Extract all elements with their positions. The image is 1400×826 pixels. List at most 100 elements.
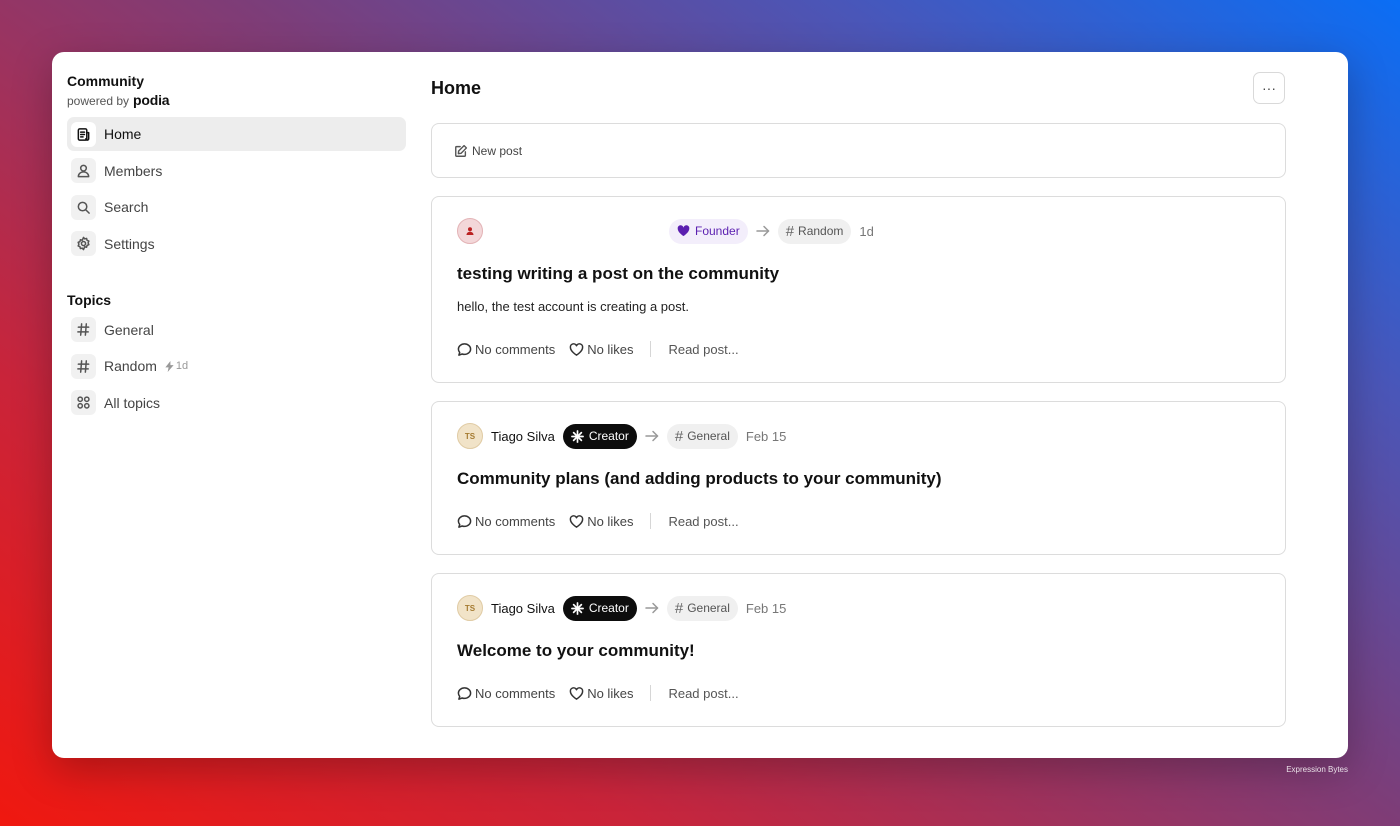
new-post-button[interactable]: New post (431, 123, 1286, 178)
comments-button[interactable]: No comments (457, 514, 555, 529)
post-actions: No comments No likes Read post... (457, 684, 739, 702)
hash-icon: # (674, 427, 684, 445)
creator-badge: Creator (562, 595, 637, 621)
divider (650, 341, 652, 357)
app-window: Community powered by podia Home Members (52, 52, 1348, 758)
main-nav: Home Members Search Settings (67, 117, 406, 261)
post-actions: No comments No likes Read post... (457, 512, 739, 530)
post-time: Feb 15 (745, 428, 787, 444)
topic-activity-time: 1d (175, 360, 189, 372)
grid-icon (71, 390, 96, 415)
person-icon (71, 158, 96, 183)
post-time: 1d (859, 223, 874, 239)
heart-icon (677, 225, 690, 237)
hash-icon: # (674, 599, 684, 617)
post-title[interactable]: Community plans (and adding products to … (457, 469, 942, 489)
nav-item-home[interactable]: Home (67, 117, 406, 151)
divider (650, 513, 652, 529)
sidebar: Community powered by podia Home Members (67, 72, 406, 422)
read-post-link[interactable]: Read post... (668, 342, 738, 357)
search-icon (71, 194, 96, 220)
comments-button[interactable]: No comments (457, 342, 555, 357)
post-title[interactable]: Welcome to your community! (457, 641, 695, 661)
creator-badge: Creator (562, 423, 637, 449)
topic-chip[interactable]: # General (666, 423, 738, 449)
likes-label: No likes (587, 513, 634, 529)
topic-item-general[interactable]: General (67, 313, 406, 347)
new-post-label: New post (472, 143, 523, 158)
page-title: Home (431, 78, 482, 98)
avatar[interactable]: TS (457, 423, 483, 449)
heart-icon (569, 514, 584, 528)
arrow-right-icon (645, 430, 659, 442)
podia-logo[interactable]: podia (133, 92, 170, 108)
topic-chip-label: General (687, 429, 730, 443)
likes-button[interactable]: No likes (569, 514, 633, 529)
topic-item-random[interactable]: Random 1d (67, 349, 406, 383)
avatar[interactable]: TS (457, 595, 483, 621)
lightning-icon (165, 360, 174, 372)
document-icon (71, 121, 96, 147)
nav-label-members: Members (104, 162, 163, 179)
gear-icon (71, 231, 96, 256)
asterisk-icon (570, 601, 584, 615)
author-name[interactable]: Tiago Silva (491, 429, 555, 444)
likes-label: No likes (587, 341, 634, 357)
post-card[interactable]: TS Tiago Silva Creator # General Feb 15 … (431, 401, 1286, 555)
comments-label: No comments (475, 341, 556, 357)
watermark: Expression Bytes (1286, 765, 1348, 774)
hash-icon (71, 317, 96, 342)
topic-chip[interactable]: # Random (777, 218, 852, 244)
post-header: TS Tiago Silva Creator # General Feb 15 (457, 423, 786, 449)
post-time: Feb 15 (745, 600, 787, 616)
topic-label-general: General (104, 321, 154, 338)
comment-icon (457, 514, 472, 528)
nav-item-settings[interactable]: Settings (67, 227, 406, 261)
powered-by: powered by podia (67, 92, 406, 108)
badge-label: Creator (588, 429, 629, 443)
nav-label-search: Search (104, 199, 149, 215)
likes-button[interactable]: No likes (569, 686, 633, 701)
likes-button[interactable]: No likes (569, 342, 633, 357)
avatar[interactable] (457, 218, 483, 244)
post-card[interactable]: TS Tiago Silva Creator # General Feb 15 … (431, 573, 1286, 727)
read-post-link[interactable]: Read post... (668, 686, 738, 701)
heart-icon (569, 342, 584, 356)
nav-item-members[interactable]: Members (67, 154, 406, 188)
person-icon (466, 227, 474, 235)
founder-badge: Founder (669, 218, 748, 244)
post-actions: No comments No likes Read post... (457, 340, 739, 358)
topic-label-all-topics: All topics (104, 394, 161, 411)
asterisk-icon (570, 429, 584, 443)
comment-icon (457, 342, 472, 356)
edit-icon (455, 144, 468, 157)
post-card[interactable]: Founder # Random 1d testing writing a po… (431, 196, 1286, 383)
post-header: Founder # Random 1d (457, 218, 874, 244)
topic-chip[interactable]: # General (666, 595, 738, 621)
likes-label: No likes (587, 685, 634, 701)
hash-icon: # (785, 222, 795, 240)
badge-label: Creator (588, 601, 629, 615)
post-title[interactable]: testing writing a post on the community (457, 264, 779, 284)
more-options-button[interactable]: ··· (1253, 72, 1285, 104)
heart-icon (569, 686, 584, 700)
topic-chip-label: General (687, 601, 730, 615)
badge-label: Founder (695, 224, 740, 238)
topic-chip-label: Random (798, 224, 844, 238)
arrow-right-icon (645, 602, 659, 614)
comments-label: No comments (475, 685, 556, 701)
powered-by-text: powered by (67, 94, 130, 108)
comment-icon (457, 686, 472, 700)
nav-label-home: Home (104, 126, 142, 142)
hash-icon (71, 353, 96, 379)
read-post-link[interactable]: Read post... (668, 514, 738, 529)
comments-button[interactable]: No comments (457, 686, 555, 701)
nav-item-search[interactable]: Search (67, 190, 406, 224)
author-name[interactable]: Tiago Silva (491, 601, 555, 616)
topics-list: General Random 1d All topics (67, 313, 406, 420)
divider (650, 685, 652, 701)
comments-label: No comments (475, 513, 556, 529)
topic-label-random: Random (104, 358, 157, 374)
topic-activity: 1d (165, 360, 188, 372)
topic-item-all-topics[interactable]: All topics (67, 386, 406, 420)
